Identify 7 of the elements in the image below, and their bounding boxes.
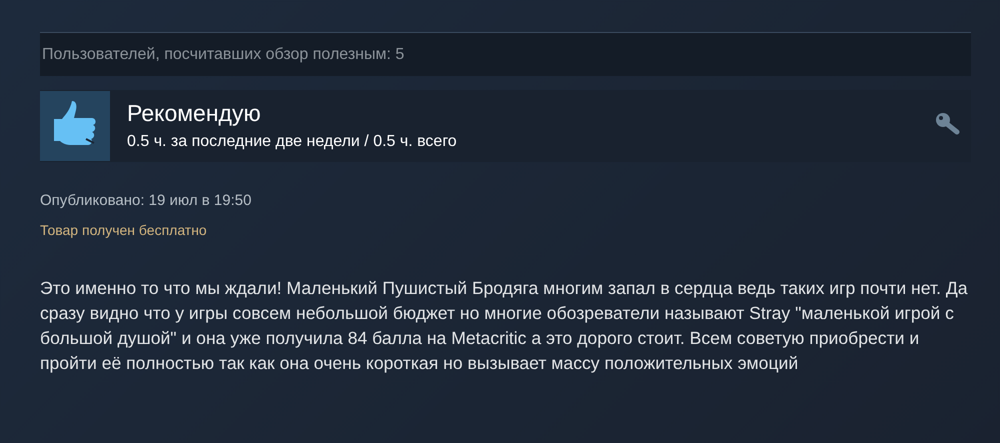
review-text: Это именно то что мы ждали! Маленький Пушистый Бродяга многим запал в сердца ведь таких игр почти нет. Да сразу видно что у игры совсем небольшой бюджет но многие обозреватели называют Stray "маленькой игрой с большой душой" и она уже получила 84 балла на Metacritic а это дорого стоит. Всем советую приобрести и пройти её полностью так как она очень короткая но вызывает массу положительных эмоций (40, 277, 969, 375)
helpful-count-text: Пользователей, посчитавших обзор полезным: 5 (42, 46, 404, 64)
review-verdict: Рекомендую (127, 100, 262, 126)
key-icon (935, 112, 961, 136)
posted-date: Опубликовано: 19 июл в 19:50 (40, 192, 252, 209)
playtime-text: 0.5 ч. за последние две недели / 0.5 ч. всего (127, 132, 457, 152)
free-product-note: Товар получен бесплатно (40, 222, 207, 238)
